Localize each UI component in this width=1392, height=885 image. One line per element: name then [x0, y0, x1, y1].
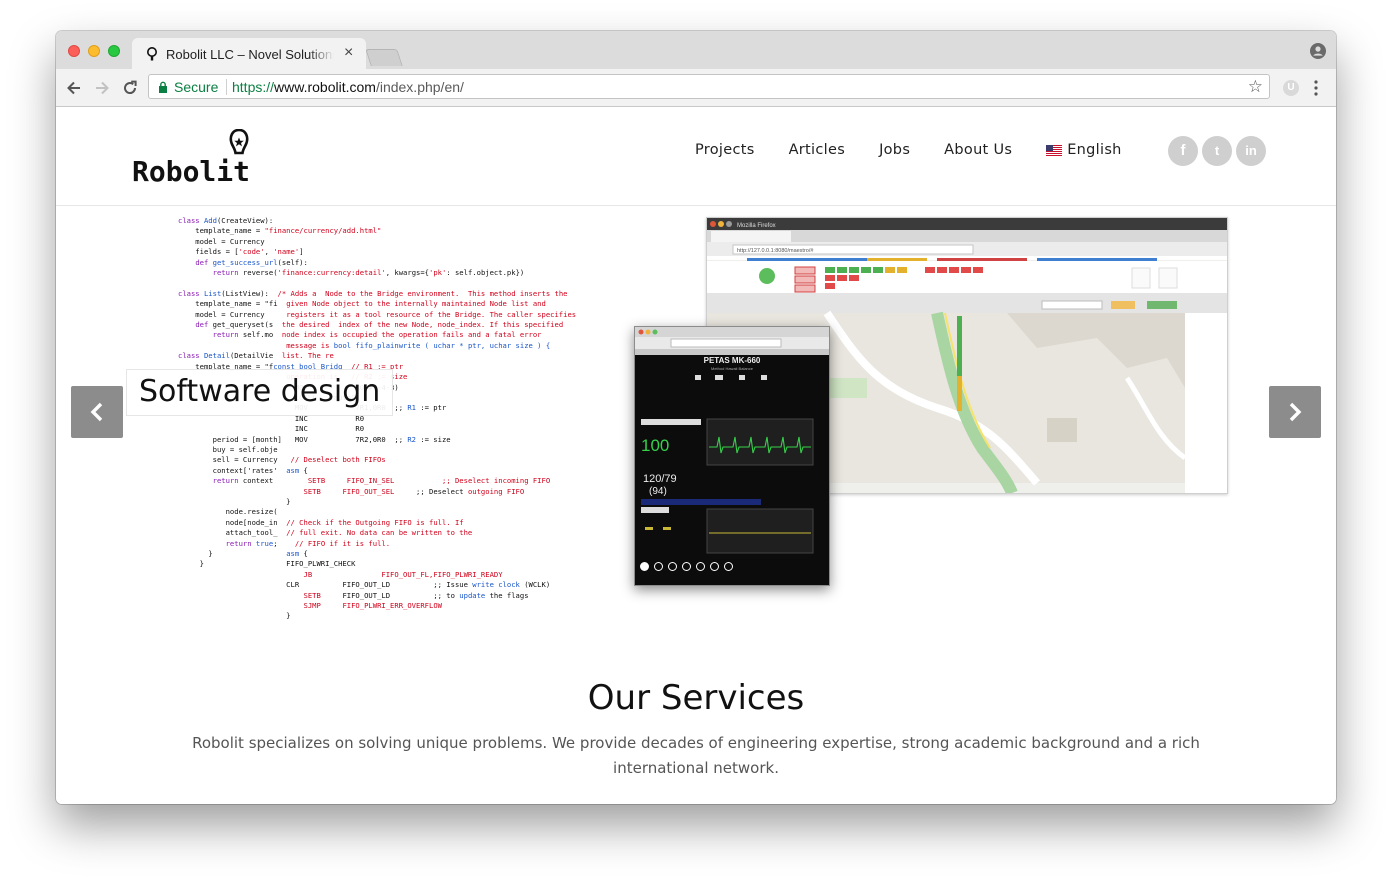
monitor-graphic: PETAS MK-660 Method Hawaii Balance 100 1… [635, 327, 829, 585]
chevron-left-icon [90, 402, 103, 422]
heart-rate-value: 100 [641, 436, 669, 455]
facebook-icon[interactable]: f [1168, 136, 1198, 166]
url-host: www.robolit.com [274, 79, 376, 95]
zoom-window-button[interactable] [108, 45, 120, 57]
bookmark-star-icon[interactable]: ☆ [1248, 77, 1263, 97]
close-window-button[interactable] [68, 45, 80, 57]
url-path: /index.php/en/ [375, 79, 464, 95]
blood-pressure-value: 120/79 [643, 473, 677, 485]
reload-icon[interactable] [120, 78, 140, 98]
secure-label: Secure [174, 79, 219, 95]
nav-articles[interactable]: Articles [789, 142, 845, 158]
address-separator [226, 79, 227, 95]
monitor-subtitle: Method Hawaii Balance [711, 366, 754, 371]
slide-dot[interactable] [724, 562, 733, 571]
new-tab-button[interactable] [365, 49, 403, 66]
url-scheme: https:// [232, 79, 275, 95]
robolit-favicon-icon [147, 47, 157, 61]
linkedin-icon[interactable]: in [1236, 136, 1266, 166]
address-bar[interactable]: Secure https://www.robolit.com/index.php… [148, 74, 1270, 99]
slide-dot[interactable] [654, 562, 663, 571]
hero-slider: class Add(CreateView): template_name = "… [56, 206, 1336, 620]
tab-title: Robolit LLC – Novel Solutions f [166, 47, 334, 62]
blood-pressure-mean: (94) [649, 486, 667, 497]
slider-prev-button[interactable] [71, 386, 123, 438]
browser-toolbar: Secure https://www.robolit.com/index.php… [56, 69, 1336, 107]
slide-dot[interactable] [640, 562, 649, 571]
lock-icon [159, 81, 167, 93]
services-heading: Our Services [587, 678, 805, 718]
robolit-logo[interactable]: Robolit [132, 129, 272, 188]
slider-next-button[interactable] [1269, 386, 1321, 438]
url-text: https://www.robolit.com/index.php/en/ [232, 79, 464, 95]
tab-strip: Robolit LLC – Novel Solutions f × [56, 31, 1336, 69]
profile-icon[interactable] [1310, 43, 1326, 59]
slide-dot[interactable] [668, 562, 677, 571]
us-flag-icon [1046, 144, 1063, 156]
slide-dot[interactable] [696, 562, 705, 571]
main-navigation: Projects Articles Jobs About Us English [695, 142, 1122, 158]
tab-close-icon[interactable]: × [344, 44, 353, 62]
map-url-text: http://127.0.0.1:8080/maestro/# [737, 248, 814, 254]
browser-tab[interactable]: Robolit LLC – Novel Solutions f × [132, 38, 366, 69]
map-window-title: Mozilla Firefox [737, 223, 776, 229]
monitor-title: PETAS MK-660 [704, 356, 761, 365]
browser-menu-icon[interactable] [1313, 79, 1319, 97]
site-header: Robolit Projects Articles Jobs About Us … [56, 107, 1336, 206]
patient-monitor-screenshot: PETAS MK-660 Method Hawaii Balance 100 1… [634, 326, 830, 586]
twitter-icon[interactable]: t [1202, 136, 1232, 166]
slide-caption-text: Software design [139, 374, 381, 409]
extension-icon[interactable]: U [1283, 80, 1299, 96]
nav-jobs[interactable]: Jobs [879, 142, 910, 158]
slide-indicators [640, 562, 733, 571]
slide-caption: Software design [126, 369, 394, 416]
minimize-window-button[interactable] [88, 45, 100, 57]
nav-projects[interactable]: Projects [695, 142, 755, 158]
chevron-right-icon [1289, 402, 1302, 422]
browser-window: Robolit LLC – Novel Solutions f × Secure [56, 31, 1336, 804]
services-description: Robolit specializes on solving unique pr… [192, 734, 1200, 777]
logo-text: Robolit [132, 155, 251, 188]
slide-dot[interactable] [710, 562, 719, 571]
logo-bulb-icon [229, 129, 249, 155]
web-page: Robolit Projects Articles Jobs About Us … [56, 107, 1336, 804]
slide-dot[interactable] [682, 562, 691, 571]
language-label: English [1067, 142, 1122, 158]
nav-about-us[interactable]: About Us [944, 142, 1012, 158]
back-arrow-icon[interactable] [64, 78, 84, 98]
forward-arrow-icon[interactable] [92, 78, 112, 98]
language-selector[interactable]: English [1046, 142, 1121, 158]
